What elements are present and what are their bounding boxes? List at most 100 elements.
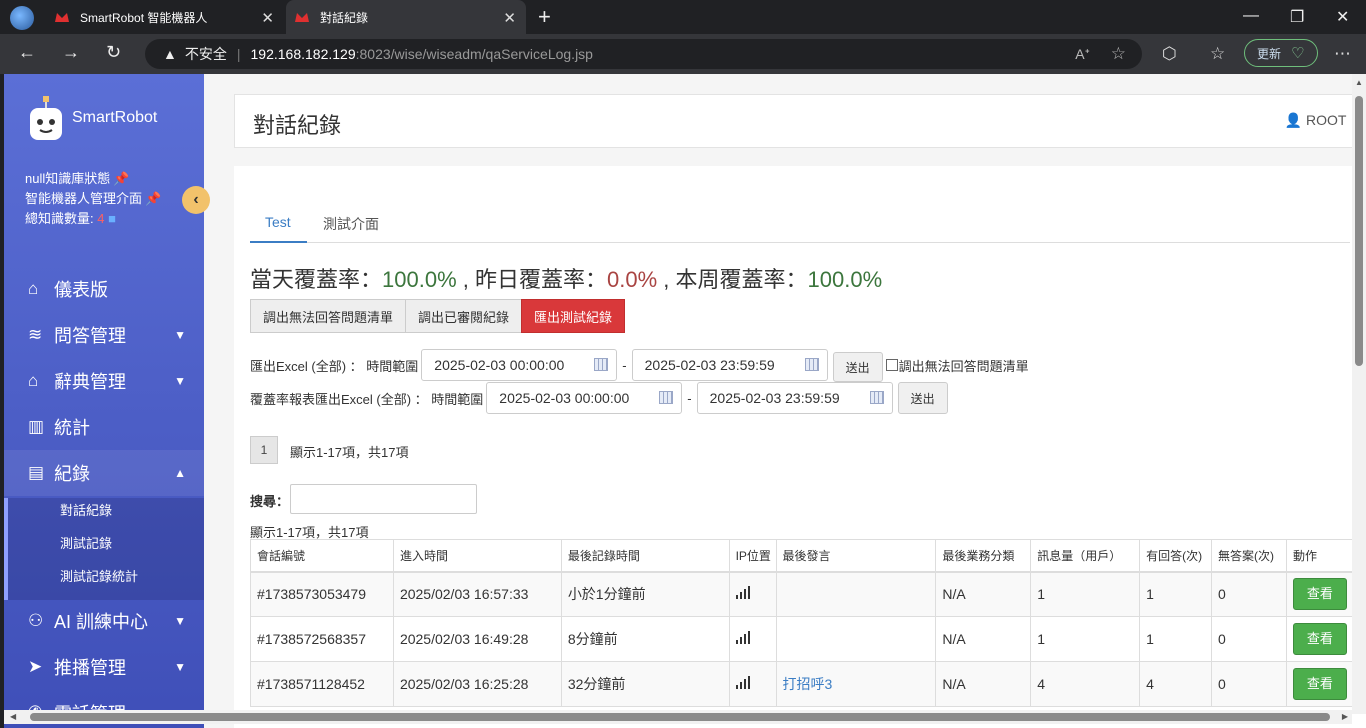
export-excel-row: 匯出Excel (全部) ： 時間範圍 2025-02-03 00:00:00 …: [250, 348, 1029, 382]
restore-icon[interactable]: ❐: [1290, 7, 1304, 27]
submenu-label: 對話紀錄: [60, 503, 113, 518]
menu-records[interactable]: ▤ 紀錄 ▲: [4, 450, 204, 496]
knowledge-count: 總知識數量: 4 ■: [25, 208, 116, 227]
favorite-star-icon[interactable]: ☆: [1111, 44, 1126, 64]
scrollbar-thumb[interactable]: [1355, 96, 1363, 366]
menu-label: 統計: [54, 418, 90, 438]
page-number-button[interactable]: 1: [250, 436, 278, 464]
reload-icon[interactable]: ↻: [106, 42, 121, 63]
tab-test[interactable]: Test: [250, 214, 307, 243]
column-header[interactable]: 最後業務分類: [935, 539, 1032, 573]
coverage-submit-button[interactable]: 送出: [897, 382, 948, 414]
robot-favicon-icon: [295, 13, 309, 22]
calendar-icon[interactable]: [804, 358, 819, 371]
coverage-export-row: 覆蓋率報表匯出Excel (全部) ： 時間範圍 2025-02-03 00:0…: [250, 382, 948, 414]
search-input[interactable]: [290, 484, 477, 514]
column-header[interactable]: 進入時間: [392, 539, 562, 573]
column-header[interactable]: 無答案(次): [1211, 539, 1287, 573]
submenu-test-log[interactable]: 測試記錄: [4, 526, 204, 559]
extensions-icon[interactable]: ⬡: [1162, 44, 1177, 64]
calendar-icon[interactable]: [869, 391, 884, 404]
unanswered-count: 0: [1211, 616, 1287, 662]
view-button[interactable]: 查看: [1292, 668, 1347, 700]
menu-push[interactable]: ➤ 推播管理 ▼: [4, 644, 204, 690]
close-window-icon[interactable]: ✕: [1336, 7, 1349, 27]
last-category: N/A: [935, 616, 1032, 662]
scroll-up-icon[interactable]: ▲: [1355, 78, 1363, 87]
unanswered-list-button[interactable]: 調出無法回答問題清單: [250, 299, 407, 333]
page-viewport: SmartRobot null知識庫狀態 📌 智能機器人管理介面 📌 總知識數量: …: [4, 74, 1366, 728]
menu-dictionary[interactable]: ⌂ 辭典管理 ▼: [4, 358, 204, 404]
last-message-link[interactable]: 打招呼3: [783, 676, 833, 692]
export-start-date-input[interactable]: 2025-02-03 00:00:00: [421, 349, 618, 381]
favorites-icon[interactable]: ☆: [1210, 44, 1225, 64]
close-tab-icon[interactable]: ✕: [261, 9, 274, 27]
coverage-summary: 當天覆蓋率：100.0% , 昨日覆蓋率：0.0% , 本周覆蓋率：100.0%: [250, 262, 882, 294]
range-dash: -: [622, 357, 627, 373]
menu-statistics[interactable]: ▥ 統計: [4, 404, 204, 450]
vertical-scrollbar[interactable]: ▲: [1352, 74, 1366, 714]
read-aloud-icon[interactable]: Aᐩ: [1075, 46, 1090, 63]
tab-test-interface[interactable]: 測試介面: [323, 214, 379, 234]
column-header[interactable]: 最後記錄時間: [560, 539, 730, 573]
column-header: 動作: [1285, 539, 1361, 573]
table-row: #1738572568357 2025/02/03 16:49:28 8分鐘前 …: [250, 616, 1361, 662]
user-menu[interactable]: 👤 ROOT ▼: [1285, 112, 1359, 129]
new-tab-icon[interactable]: +: [538, 4, 551, 30]
address-bar[interactable]: ▲ 不安全 | 192.168.182.129 :8023/wise/wisea…: [145, 39, 1142, 69]
menu-dashboard[interactable]: ⌂ 儀表版: [4, 266, 204, 312]
action-button-group: 調出無法回答問題清單 調出已審閱紀錄 匯出測試紀錄: [250, 299, 626, 333]
view-button[interactable]: 查看: [1292, 623, 1347, 655]
close-tab-icon[interactable]: ✕: [503, 9, 516, 27]
browser-profile-icon[interactable]: [10, 6, 34, 30]
column-header[interactable]: 有回答(次): [1139, 539, 1213, 573]
unanswered-checkbox[interactable]: [885, 359, 898, 371]
export-test-records-button[interactable]: 匯出測試紀錄: [521, 299, 626, 333]
heart-icon: ♡: [1291, 45, 1305, 62]
scroll-left-icon[interactable]: ◀: [10, 712, 16, 721]
collapse-sidebar-button[interactable]: ‹: [182, 186, 210, 214]
reviewed-records-button[interactable]: 調出已審閱紀錄: [405, 299, 523, 333]
pagination-info: 顯示1-17項，共17項: [290, 445, 409, 460]
coverage-start-date-input[interactable]: 2025-02-03 00:00:00: [486, 382, 683, 414]
calendar-icon[interactable]: [659, 391, 674, 404]
scroll-right-icon[interactable]: ▶: [1342, 712, 1348, 721]
update-button[interactable]: 更新 ♡: [1244, 39, 1318, 67]
more-menu-icon[interactable]: ⋯: [1334, 44, 1351, 64]
calendar-icon[interactable]: [594, 358, 609, 371]
menu-label: 儀表版: [54, 280, 108, 300]
warning-icon[interactable]: ▲: [163, 46, 177, 62]
table-row: #1738571128452 2025/02/03 16:25:28 32分鐘前…: [250, 661, 1361, 707]
date-value: 2025-02-03 23:59:59: [709, 390, 840, 406]
page-title: 對話紀錄: [253, 113, 342, 138]
view-button[interactable]: 查看: [1292, 578, 1347, 611]
column-header[interactable]: IP位置: [728, 539, 777, 573]
tab-smartrobot[interactable]: SmartRobot 智能機器人 ✕: [44, 0, 284, 34]
pin-icon[interactable]: 📌: [145, 191, 161, 206]
coverage-end-date-input[interactable]: 2025-02-03 23:59:59: [696, 382, 893, 414]
enter-time: 2025/02/03 16:25:28: [392, 661, 562, 707]
back-icon[interactable]: ←: [18, 42, 36, 63]
column-header[interactable]: 最後發言: [775, 539, 937, 573]
submenu-test-stats[interactable]: 測試記錄統計: [4, 559, 204, 592]
column-header[interactable]: 訊息量（用戶）: [1030, 539, 1141, 573]
url-host: 192.168.182.129: [250, 46, 356, 62]
tab-strip: Test 測試介面: [250, 202, 1350, 243]
last-record-time: 8分鐘前: [560, 616, 730, 662]
menu-ai-training[interactable]: ⚇ AI 訓練中心 ▼: [4, 598, 204, 644]
menu-qa-management[interactable]: ≋ 問答管理 ▼: [4, 312, 204, 358]
page-header: 對話紀錄 👤 ROOT ▼: [234, 94, 1366, 148]
kb-status: null知識庫狀態 📌: [25, 168, 129, 187]
forward-icon[interactable]: →: [62, 42, 80, 63]
horizontal-scrollbar[interactable]: ◀ ▶: [4, 710, 1352, 724]
export-submit-button[interactable]: 送出: [832, 352, 883, 382]
export-end-date-input[interactable]: 2025-02-03 23:59:59: [631, 349, 828, 381]
export-range-label: 匯出Excel (全部) ： 時間範圍: [250, 358, 419, 374]
user-icon: 👤: [1284, 112, 1303, 128]
submenu-dialog-log[interactable]: 對話紀錄: [4, 493, 204, 526]
minimize-icon[interactable]: —: [1243, 7, 1259, 25]
tab-dialog-log[interactable]: 對話紀錄 ✕: [286, 0, 526, 34]
scrollbar-thumb[interactable]: [30, 713, 1330, 721]
pin-icon[interactable]: 📌: [113, 171, 129, 186]
column-header[interactable]: 會話編號: [250, 539, 394, 573]
